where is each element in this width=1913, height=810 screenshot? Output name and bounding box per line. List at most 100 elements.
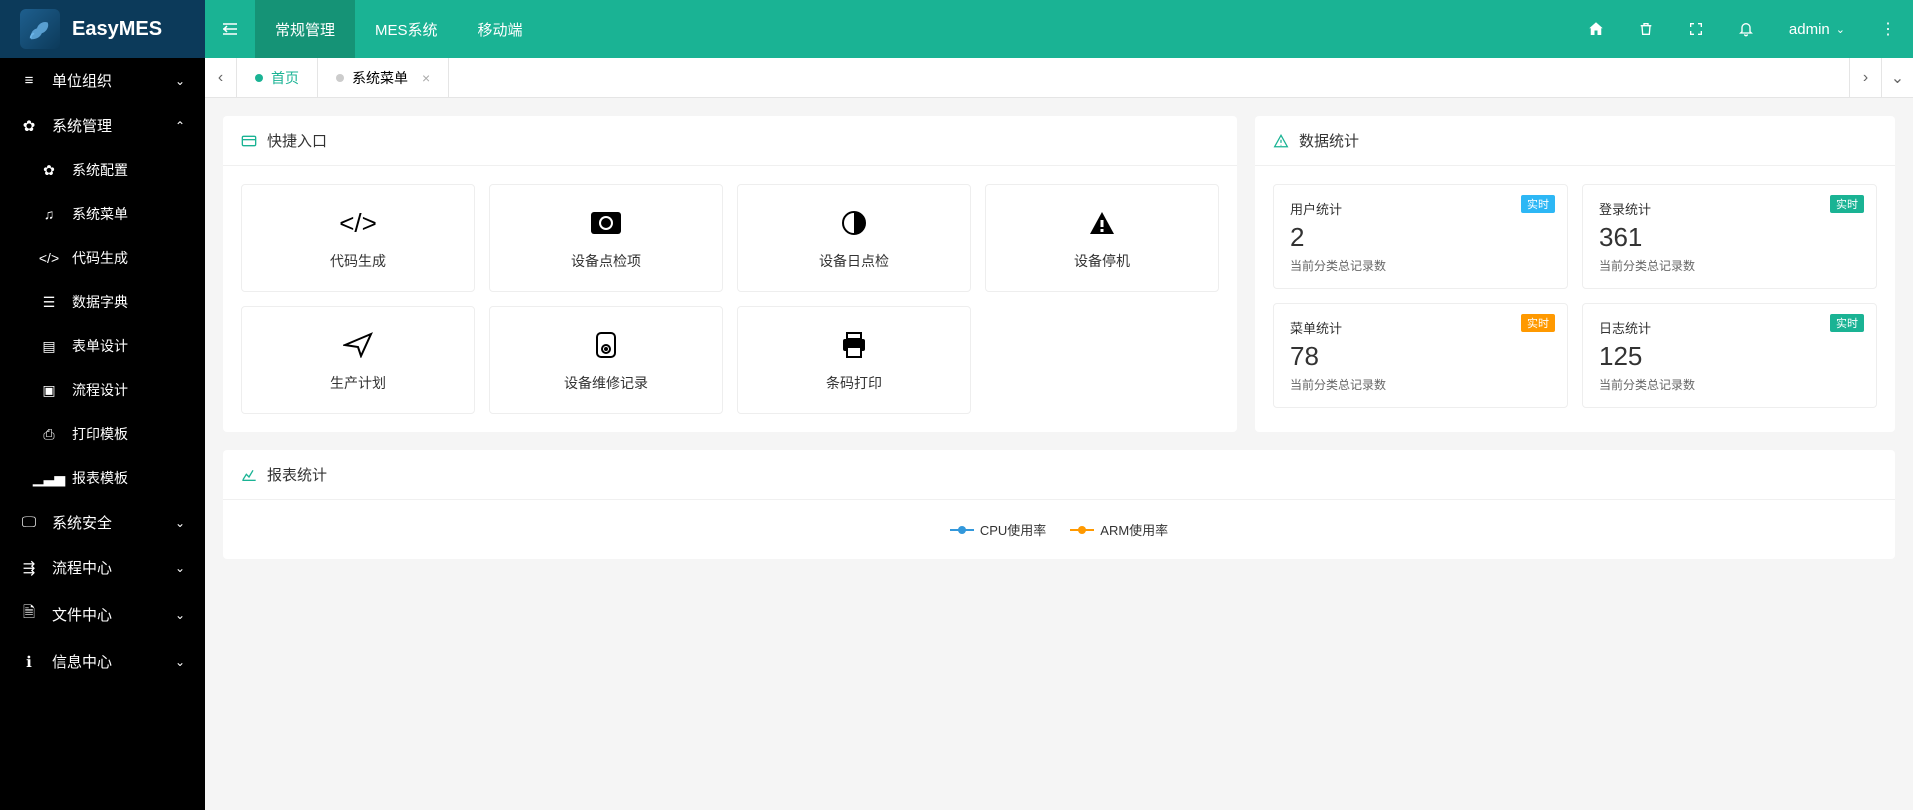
sidebar-item-sysconfig[interactable]: ✿系统配置 xyxy=(0,148,205,192)
sidebar: EasyMES ≡ 单位组织 ⌄ ✿ 系统管理 ⌃ ✿系统配置 ♫系统菜单 </… xyxy=(0,0,205,810)
legend-item-arm[interactable]: ARM使用率 xyxy=(1070,520,1168,539)
quick-card-code[interactable]: </>代码生成 xyxy=(241,184,475,292)
legend-marker-icon xyxy=(1070,529,1094,531)
stat-badge: 实时 xyxy=(1521,195,1555,213)
tab-menu-button[interactable]: ⌄ xyxy=(1881,58,1913,97)
code-icon: </> xyxy=(40,250,58,266)
sidebar-item-infocenter[interactable]: ℹ信息中心⌄ xyxy=(0,639,205,684)
warn-icon xyxy=(996,205,1208,241)
tab-sysmenu[interactable]: 系统菜单× xyxy=(318,58,449,97)
main: 常规管理 MES系统 移动端 admin⌄ ⋮ ‹ 首页 系统菜单× › ⌄ xyxy=(205,0,1913,810)
disk-icon xyxy=(500,327,712,363)
card-icon xyxy=(241,134,257,148)
nav-item-general[interactable]: 常规管理 xyxy=(255,0,355,58)
panel-header: 快捷入口 xyxy=(223,116,1237,166)
tab-next-button[interactable]: › xyxy=(1849,58,1881,97)
sidebar-item-org[interactable]: ≡ 单位组织 ⌄ xyxy=(0,58,205,103)
camera-icon xyxy=(500,205,712,241)
quick-card-disk[interactable]: 设备维修记录 xyxy=(489,306,723,414)
panel-header: 数据统计 xyxy=(1255,116,1895,166)
stat-desc: 当前分类总记录数 xyxy=(1290,376,1551,393)
home-button[interactable] xyxy=(1571,0,1621,58)
list-icon: ≡ xyxy=(20,72,38,89)
warning-icon xyxy=(1273,134,1289,148)
tab-home[interactable]: 首页 xyxy=(237,58,318,97)
sidebar-item-filecenter[interactable]: 🗎文件中心⌄ xyxy=(0,590,205,639)
stat-desc: 当前分类总记录数 xyxy=(1290,257,1551,274)
sidebar-item-printtpl[interactable]: ⎙打印模板 xyxy=(0,412,205,456)
bell-button[interactable] xyxy=(1721,0,1771,58)
sidebar-toggle-button[interactable] xyxy=(205,0,255,58)
sidebar-item-flowcenter[interactable]: ⇶流程中心⌄ xyxy=(0,545,205,590)
stat-card[interactable]: 实时菜单统计 78 当前分类总记录数 xyxy=(1273,303,1568,408)
stat-title: 登录统计 xyxy=(1599,199,1860,218)
user-menu[interactable]: admin⌄ xyxy=(1771,21,1863,38)
stat-badge: 实时 xyxy=(1521,314,1555,332)
music-icon: ♫ xyxy=(40,206,58,222)
stat-card[interactable]: 实时日志统计125当前分类总记录数 xyxy=(1582,303,1877,408)
chevron-down-icon: ⌄ xyxy=(175,74,185,88)
chevron-down-icon: ⌄ xyxy=(1836,23,1845,36)
stat-title: 日志统计 xyxy=(1599,318,1860,337)
trash-button[interactable] xyxy=(1621,0,1671,58)
plane-icon xyxy=(252,327,464,363)
stat-badge: 实时 xyxy=(1830,195,1864,213)
flow2-icon: ⇶ xyxy=(20,559,38,577)
stat-value: 78 xyxy=(1290,341,1551,372)
print-icon xyxy=(748,327,960,363)
info-icon: ℹ xyxy=(20,653,38,671)
quick-card-camera[interactable]: 设备点检项 xyxy=(489,184,723,292)
sidebar-item-codegen[interactable]: </>代码生成 xyxy=(0,236,205,280)
nav-item-mes[interactable]: MES系统 xyxy=(355,0,458,58)
nav-item-mobile[interactable]: 移动端 xyxy=(458,0,543,58)
quick-card-warn[interactable]: 设备停机 xyxy=(985,184,1219,292)
stat-card[interactable]: 实时用户统计2当前分类总记录数 xyxy=(1273,184,1568,289)
header-right: admin⌄ ⋮ xyxy=(1571,0,1913,58)
stat-badge: 实时 xyxy=(1830,314,1864,332)
sidebar-item-sysmanage[interactable]: ✿ 系统管理 ⌃ xyxy=(0,103,205,148)
sidebar-item-formdesign[interactable]: ▤表单设计 xyxy=(0,324,205,368)
gears-icon: ✿ xyxy=(40,162,58,179)
stat-desc: 当前分类总记录数 xyxy=(1599,257,1860,274)
sidebar-item-sysmenu[interactable]: ♫系统菜单 xyxy=(0,192,205,236)
line-chart-icon xyxy=(241,468,257,482)
chevron-down-icon: ⌄ xyxy=(175,516,185,530)
sidebar-item-security[interactable]: 🖵系统安全⌄ xyxy=(0,500,205,545)
fullscreen-button[interactable] xyxy=(1671,0,1721,58)
list-alt-icon: ☰ xyxy=(40,294,58,311)
sidebar-menu: ≡ 单位组织 ⌄ ✿ 系统管理 ⌃ ✿系统配置 ♫系统菜单 </>代码生成 ☰数… xyxy=(0,58,205,810)
tab-prev-button[interactable]: ‹ xyxy=(205,58,237,97)
print-icon: ⎙ xyxy=(40,426,58,443)
stat-title: 菜单统计 xyxy=(1290,318,1551,337)
form-icon: ▤ xyxy=(40,338,58,355)
close-icon[interactable]: × xyxy=(422,70,430,86)
stats-panel: 数据统计 实时用户统计2当前分类总记录数实时登录统计361当前分类总记录数实时菜… xyxy=(1255,116,1895,432)
sidebar-item-flowdesign[interactable]: ▣流程设计 xyxy=(0,368,205,412)
quick-card-label: 设备停机 xyxy=(996,251,1208,271)
quick-card-contrast[interactable]: 设备日点检 xyxy=(737,184,971,292)
sidebar-item-dict[interactable]: ☰数据字典 xyxy=(0,280,205,324)
quick-card-label: 生产计划 xyxy=(252,373,464,393)
chevron-down-icon: ⌄ xyxy=(175,608,185,622)
chart-icon: ▁▃▅ xyxy=(40,470,58,487)
logo[interactable]: EasyMES xyxy=(0,0,205,58)
more-button[interactable]: ⋮ xyxy=(1863,0,1913,58)
flow-icon: ▣ xyxy=(40,382,58,399)
contrast-icon xyxy=(748,205,960,241)
sidebar-item-reporttpl[interactable]: ▁▃▅报表模板 xyxy=(0,456,205,500)
logo-icon xyxy=(20,9,60,49)
quick-card-plane[interactable]: 生产计划 xyxy=(241,306,475,414)
stat-card[interactable]: 实时登录统计361当前分类总记录数 xyxy=(1582,184,1877,289)
tab-list: 首页 系统菜单× xyxy=(237,58,1849,97)
chevron-down-icon: ⌄ xyxy=(175,655,185,669)
chart-legend: CPU使用率 ARM使用率 xyxy=(243,520,1875,539)
quick-card-print[interactable]: 条码打印 xyxy=(737,306,971,414)
header-nav: 常规管理 MES系统 移动端 xyxy=(255,0,543,58)
stat-value: 2 xyxy=(1290,222,1551,253)
stat-desc: 当前分类总记录数 xyxy=(1599,376,1860,393)
quick-card-label: 设备维修记录 xyxy=(500,373,712,393)
quick-entry-panel: 快捷入口 </>代码生成设备点检项设备日点检 设备停机生产计划 设备维修记录 条码打印 xyxy=(223,116,1237,432)
panel-header: 报表统计 xyxy=(223,450,1895,500)
legend-item-cpu[interactable]: CPU使用率 xyxy=(950,520,1046,539)
quick-card-label: 设备日点检 xyxy=(748,251,960,271)
